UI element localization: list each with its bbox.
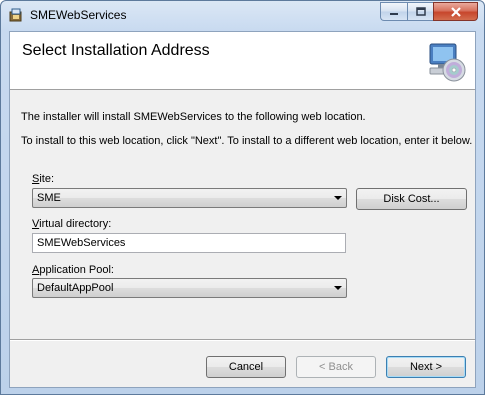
minimize-button[interactable]: [380, 2, 407, 21]
chevron-down-icon: [334, 286, 342, 290]
virtual-directory-label-text: irtual directory:: [39, 218, 112, 230]
close-icon: [450, 6, 461, 17]
application-pool-value: DefaultAppPool: [37, 282, 114, 294]
cancel-button[interactable]: Cancel: [206, 356, 286, 378]
header-banner: Select Installation Address: [10, 32, 475, 90]
site-label: Site:: [32, 173, 54, 185]
minimize-icon: [390, 12, 398, 15]
footer-divider: [10, 339, 475, 341]
site-dropdown-value: SME: [37, 192, 61, 204]
back-button[interactable]: < Back: [296, 356, 376, 378]
application-pool-dropdown[interactable]: DefaultAppPool: [32, 278, 347, 298]
computer-cd-icon: [424, 40, 468, 84]
application-pool-label-text: pplication Pool:: [39, 264, 114, 276]
virtual-directory-label: Virtual directory:: [32, 218, 111, 230]
application-pool-label: Application Pool:: [32, 264, 114, 276]
site-label-text: ite:: [39, 173, 55, 185]
chevron-down-icon: [334, 196, 342, 200]
maximize-icon: [415, 6, 426, 16]
disk-cost-button[interactable]: Disk Cost...: [356, 188, 467, 210]
title-bar[interactable]: SMEWebServices: [1, 1, 484, 31]
virtual-directory-input[interactable]: SMEWebServices: [32, 233, 346, 253]
install-location-text: The installer will install SMEWebService…: [21, 111, 366, 123]
instructions-text: To install to this web location, click "…: [21, 135, 473, 147]
site-dropdown[interactable]: SME: [32, 188, 347, 208]
installer-icon: [8, 7, 24, 23]
next-button[interactable]: Next >: [386, 356, 466, 378]
page-title: Select Installation Address: [22, 42, 210, 59]
installer-window: SMEWebServices Select Installation Addre…: [0, 0, 485, 395]
dialog-client-area: Select Installation Address The installe…: [9, 31, 476, 388]
window-title: SMEWebServices: [30, 8, 127, 22]
caption-buttons: [380, 2, 478, 21]
maximize-button[interactable]: [407, 2, 433, 21]
close-button[interactable]: [433, 2, 478, 21]
